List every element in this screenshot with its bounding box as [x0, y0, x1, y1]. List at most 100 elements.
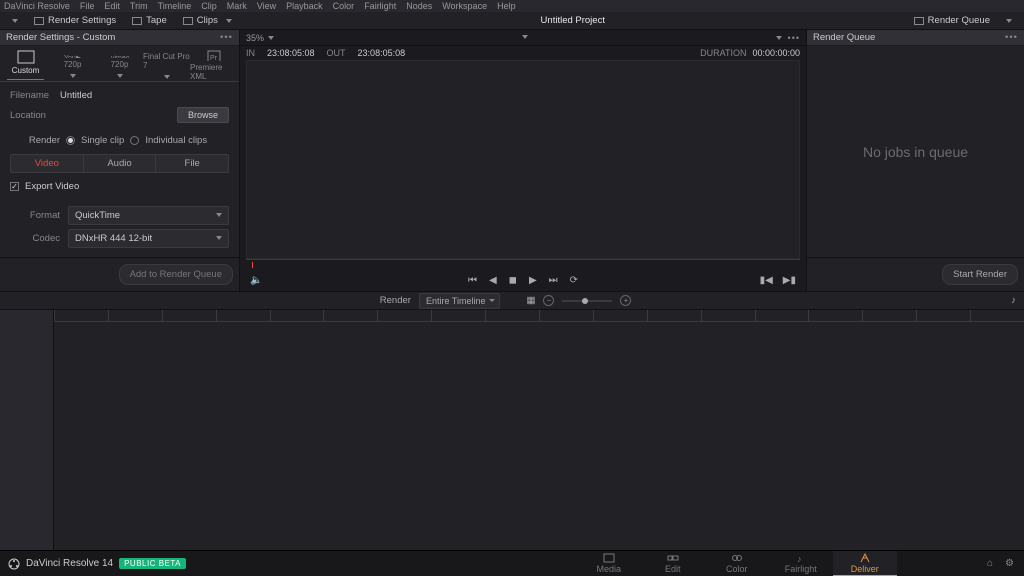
page-label: Fairlight: [785, 564, 817, 574]
zoom-value[interactable]: 35%: [246, 33, 264, 43]
browse-button[interactable]: Browse: [177, 107, 229, 123]
add-to-render-queue-button[interactable]: Add to Render Queue: [119, 264, 233, 285]
last-frame-button[interactable]: ⏭: [549, 275, 558, 286]
audio-panel-button[interactable]: ♪: [1011, 295, 1016, 306]
scrub-bar[interactable]: [246, 259, 800, 269]
stop-button[interactable]: ◼: [509, 275, 517, 286]
out-timecode[interactable]: 23:08:05:08: [358, 48, 406, 58]
filename-value[interactable]: Untitled: [60, 90, 229, 101]
deliver-icon: [859, 553, 871, 563]
menu-mark[interactable]: Mark: [227, 1, 247, 11]
zoom-out-button[interactable]: −: [543, 295, 554, 306]
menu-edit[interactable]: Edit: [104, 1, 120, 11]
menu-playback[interactable]: Playback: [286, 1, 323, 11]
preset-vimeo[interactable]: vimeo720p: [96, 50, 143, 81]
menu-view[interactable]: View: [257, 1, 276, 11]
edit-icon: [667, 553, 679, 563]
tape-icon: [132, 17, 142, 25]
render-range-select[interactable]: Entire Timeline: [419, 293, 501, 309]
timeline-tracks[interactable]: [54, 310, 1024, 550]
svg-text:You: You: [64, 55, 76, 58]
zoom-slider[interactable]: [562, 300, 612, 302]
prev-clip-button[interactable]: ▮◀: [760, 275, 773, 286]
menu-clip[interactable]: Clip: [201, 1, 217, 11]
codec-select[interactable]: DNxHR 444 12-bit: [68, 229, 229, 248]
chevron-down-icon[interactable]: [522, 35, 528, 42]
export-video-row: ✓ Export Video: [0, 179, 239, 194]
menu-nodes[interactable]: Nodes: [406, 1, 432, 11]
page-deliver[interactable]: Deliver: [833, 551, 897, 576]
menu-timeline[interactable]: Timeline: [158, 1, 192, 11]
thumbnails-button[interactable]: ▦: [526, 295, 535, 306]
panel-options-button[interactable]: •••: [220, 32, 233, 43]
timeline-toolbar: Render Entire Timeline ▦ − + ♪: [0, 292, 1024, 310]
menu-workspace[interactable]: Workspace: [442, 1, 487, 11]
page-fairlight[interactable]: ♪Fairlight: [769, 551, 833, 576]
menu-fairlight[interactable]: Fairlight: [364, 1, 396, 11]
page-media[interactable]: Media: [577, 551, 641, 576]
settings-tabs: Video Audio File: [10, 154, 229, 173]
page-color[interactable]: Color: [705, 551, 769, 576]
step-back-button[interactable]: ◀: [489, 275, 497, 286]
clips-button[interactable]: Clips: [175, 12, 240, 29]
tab-file[interactable]: File: [156, 154, 229, 173]
render-settings-button[interactable]: Render Settings: [26, 12, 124, 29]
beta-badge: PUBLIC BETA: [119, 558, 186, 569]
page-label: Color: [726, 564, 748, 574]
in-timecode[interactable]: 23:08:05:08: [267, 48, 315, 58]
preset-youtube[interactable]: You▶720p: [49, 50, 96, 81]
render-settings-label: Render Settings: [48, 15, 116, 26]
out-label: OUT: [327, 48, 346, 58]
viewer-header: 35% •••: [240, 30, 806, 46]
render-queue-button[interactable]: Render Queue: [906, 12, 998, 29]
menu-trim[interactable]: Trim: [130, 1, 148, 11]
play-button[interactable]: ▶: [529, 275, 537, 286]
timeline-ruler[interactable]: [54, 310, 1024, 322]
render-settings-title: Render Settings - Custom: [6, 32, 115, 43]
single-clip-radio[interactable]: [66, 136, 75, 145]
preset-custom[interactable]: Custom: [2, 50, 49, 81]
next-clip-button[interactable]: ▶▮: [783, 275, 796, 286]
menu-app[interactable]: DaVinci Resolve: [4, 1, 70, 11]
product-name: DaVinci Resolve 14: [26, 558, 113, 569]
timeline-render-label: Render: [380, 295, 411, 306]
menu-help[interactable]: Help: [497, 1, 516, 11]
export-video-checkbox[interactable]: ✓: [10, 182, 19, 191]
toolbar-dropdown-right[interactable]: [998, 12, 1020, 29]
page-edit[interactable]: Edit: [641, 551, 705, 576]
first-frame-button[interactable]: ⏮: [468, 275, 477, 286]
toolbar-dropdown-left[interactable]: [4, 12, 26, 29]
page-label: Deliver: [851, 564, 879, 574]
render-queue-title: Render Queue: [813, 32, 875, 43]
davinci-logo-icon: [8, 558, 20, 570]
queue-empty-text: No jobs in queue: [807, 46, 1024, 257]
loop-button[interactable]: ⟳: [570, 275, 578, 286]
preset-label: Final Cut Pro 7: [143, 52, 190, 70]
svg-text:vimeo: vimeo: [111, 55, 129, 58]
timeline[interactable]: [0, 310, 1024, 550]
mute-button[interactable]: 🔈: [250, 275, 262, 286]
individual-clips-radio[interactable]: [130, 136, 139, 145]
menu-file[interactable]: File: [80, 1, 95, 11]
clips-icon: [183, 17, 193, 25]
transport-bar: 🔈 ⏮ ◀ ◼ ▶ ⏭ ⟳ ▮◀ ▶▮: [240, 269, 806, 291]
chevron-down-icon[interactable]: [776, 36, 782, 43]
zoom-in-button[interactable]: +: [620, 295, 631, 306]
home-button[interactable]: ⌂: [987, 558, 993, 569]
preset-fcp[interactable]: Final Cut Pro 7: [143, 50, 190, 81]
menu-color[interactable]: Color: [333, 1, 355, 11]
viewer-options-button[interactable]: •••: [788, 33, 800, 43]
viewer-screen[interactable]: [246, 60, 800, 259]
svg-text:♪: ♪: [797, 554, 802, 563]
chevron-down-icon: [164, 75, 170, 82]
format-select[interactable]: QuickTime: [68, 206, 229, 225]
project-settings-button[interactable]: ⚙: [1005, 558, 1014, 569]
tab-video[interactable]: Video: [10, 154, 84, 173]
queue-options-button[interactable]: •••: [1005, 32, 1018, 43]
format-row: Format QuickTime: [0, 204, 239, 227]
preset-premiere[interactable]: PrPremiere XML: [190, 50, 237, 81]
tape-button[interactable]: Tape: [124, 12, 175, 29]
tab-audio[interactable]: Audio: [84, 154, 157, 173]
clips-label: Clips: [197, 15, 218, 26]
start-render-button[interactable]: Start Render: [942, 264, 1018, 285]
